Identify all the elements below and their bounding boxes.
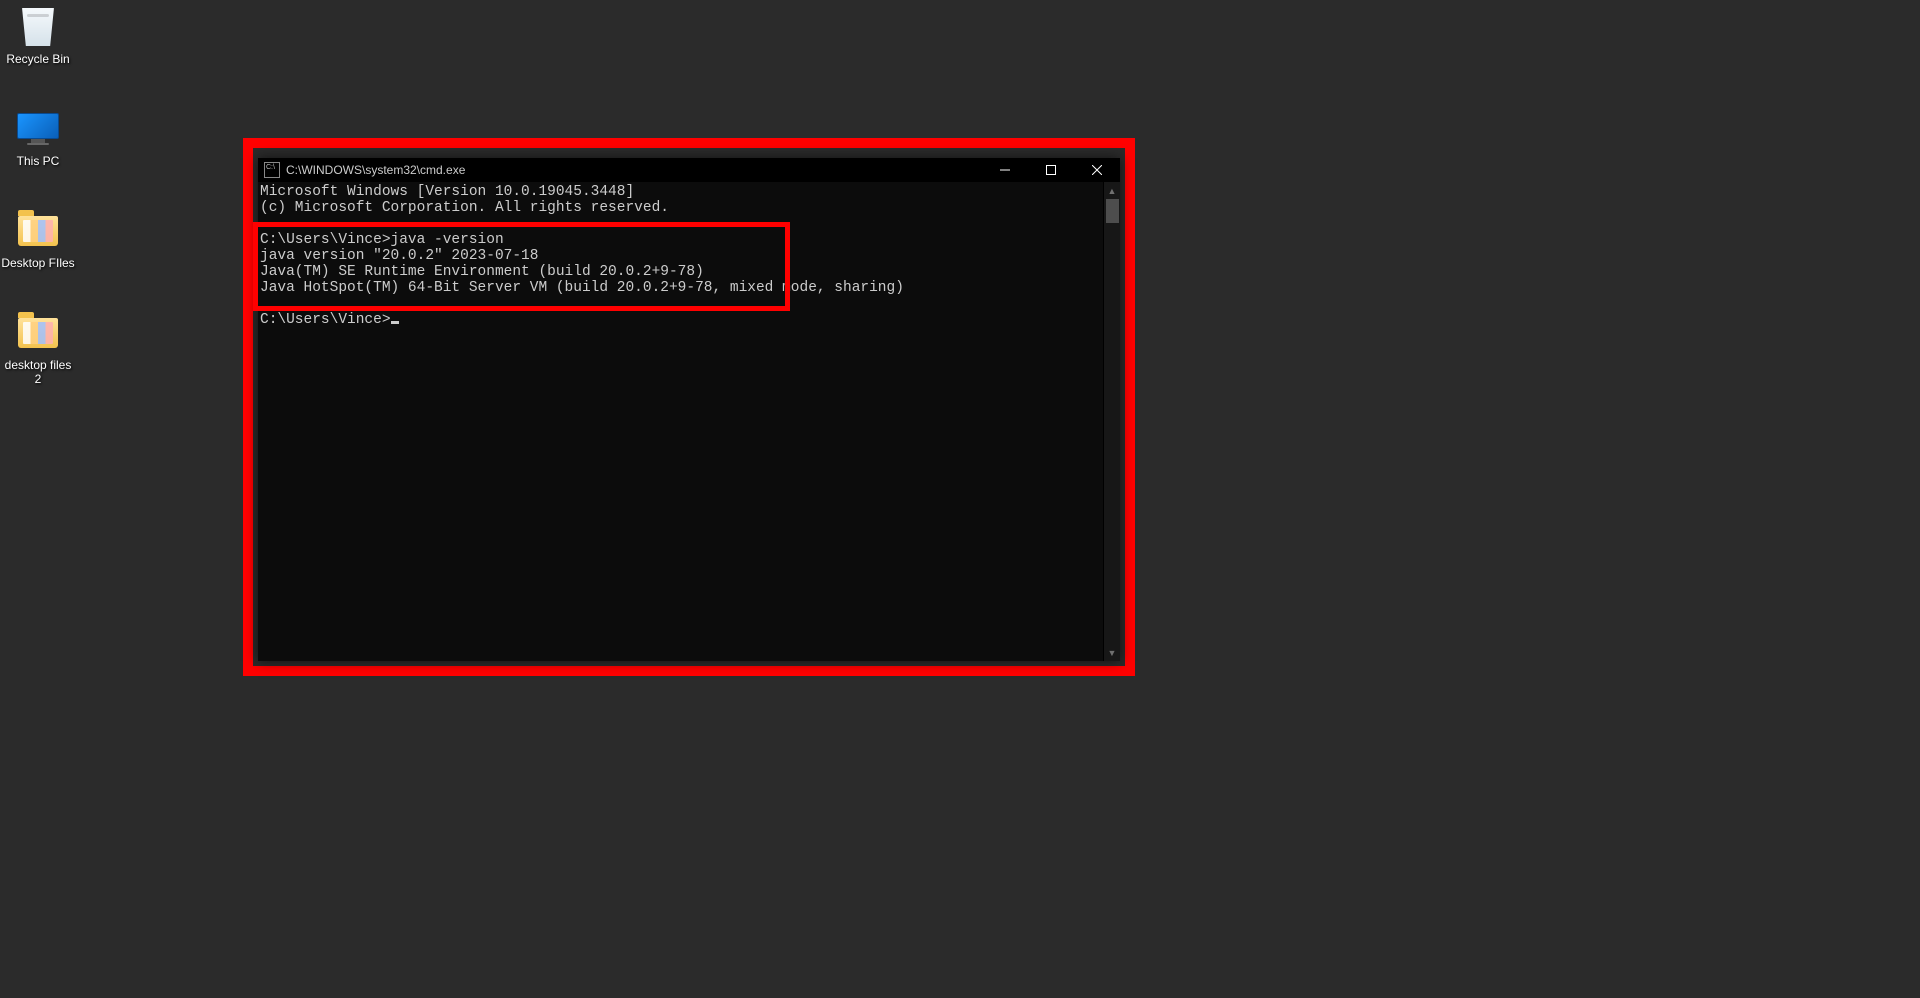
close-icon [1092, 165, 1102, 175]
cmd-titlebar[interactable]: C:\WINDOWS\system32\cmd.exe [258, 158, 1120, 182]
cmd-line: Microsoft Windows [Version 10.0.19045.34… [260, 184, 634, 200]
cmd-line: java version "20.0.2" 2023-07-18 [260, 248, 538, 264]
cmd-scrollbar[interactable]: ▲ ▼ [1103, 182, 1120, 661]
scroll-up-button[interactable]: ▲ [1104, 182, 1121, 199]
maximize-button[interactable] [1028, 158, 1074, 182]
pc-icon [14, 108, 62, 150]
cmd-body[interactable]: Microsoft Windows [Version 10.0.19045.34… [258, 182, 1120, 661]
cmd-line: C:\Users\Vince>java -version [260, 232, 504, 248]
recycle-bin-icon [14, 6, 62, 48]
cmd-output[interactable]: Microsoft Windows [Version 10.0.19045.34… [258, 182, 1103, 661]
desktop-icon-folder-1[interactable]: Desktop FIles [0, 210, 76, 270]
folder-icon [14, 312, 62, 354]
folder-icon [14, 210, 62, 252]
cmd-window[interactable]: C:\WINDOWS\system32\cmd.exe Microsoft Wi… [258, 158, 1120, 661]
desktop-icon-label: Desktop FIles [1, 256, 74, 270]
scroll-thumb[interactable] [1106, 199, 1119, 223]
cmd-window-title: C:\WINDOWS\system32\cmd.exe [286, 163, 982, 177]
desktop-icon-label: This PC [17, 154, 60, 168]
desktop-icon-recycle-bin[interactable]: Recycle Bin [0, 6, 76, 66]
window-controls [982, 158, 1120, 182]
cmd-line: (c) Microsoft Corporation. All rights re… [260, 200, 669, 216]
scroll-track[interactable] [1104, 199, 1121, 644]
maximize-icon [1046, 165, 1056, 175]
cmd-cursor [391, 321, 399, 324]
minimize-icon [1000, 165, 1010, 175]
minimize-button[interactable] [982, 158, 1028, 182]
cmd-line: Java(TM) SE Runtime Environment (build 2… [260, 264, 704, 280]
close-button[interactable] [1074, 158, 1120, 182]
desktop-icon-label: Recycle Bin [6, 52, 69, 66]
desktop-icon-folder-2[interactable]: desktop files 2 [0, 312, 76, 386]
desktop-icon-label: desktop files 2 [0, 358, 76, 386]
desktop-icon-this-pc[interactable]: This PC [0, 108, 76, 168]
scroll-down-button[interactable]: ▼ [1104, 644, 1121, 661]
cmd-prompt: C:\Users\Vince> [260, 312, 391, 328]
cmd-app-icon [264, 162, 280, 178]
cmd-line: Java HotSpot(TM) 64-Bit Server VM (build… [260, 280, 904, 296]
